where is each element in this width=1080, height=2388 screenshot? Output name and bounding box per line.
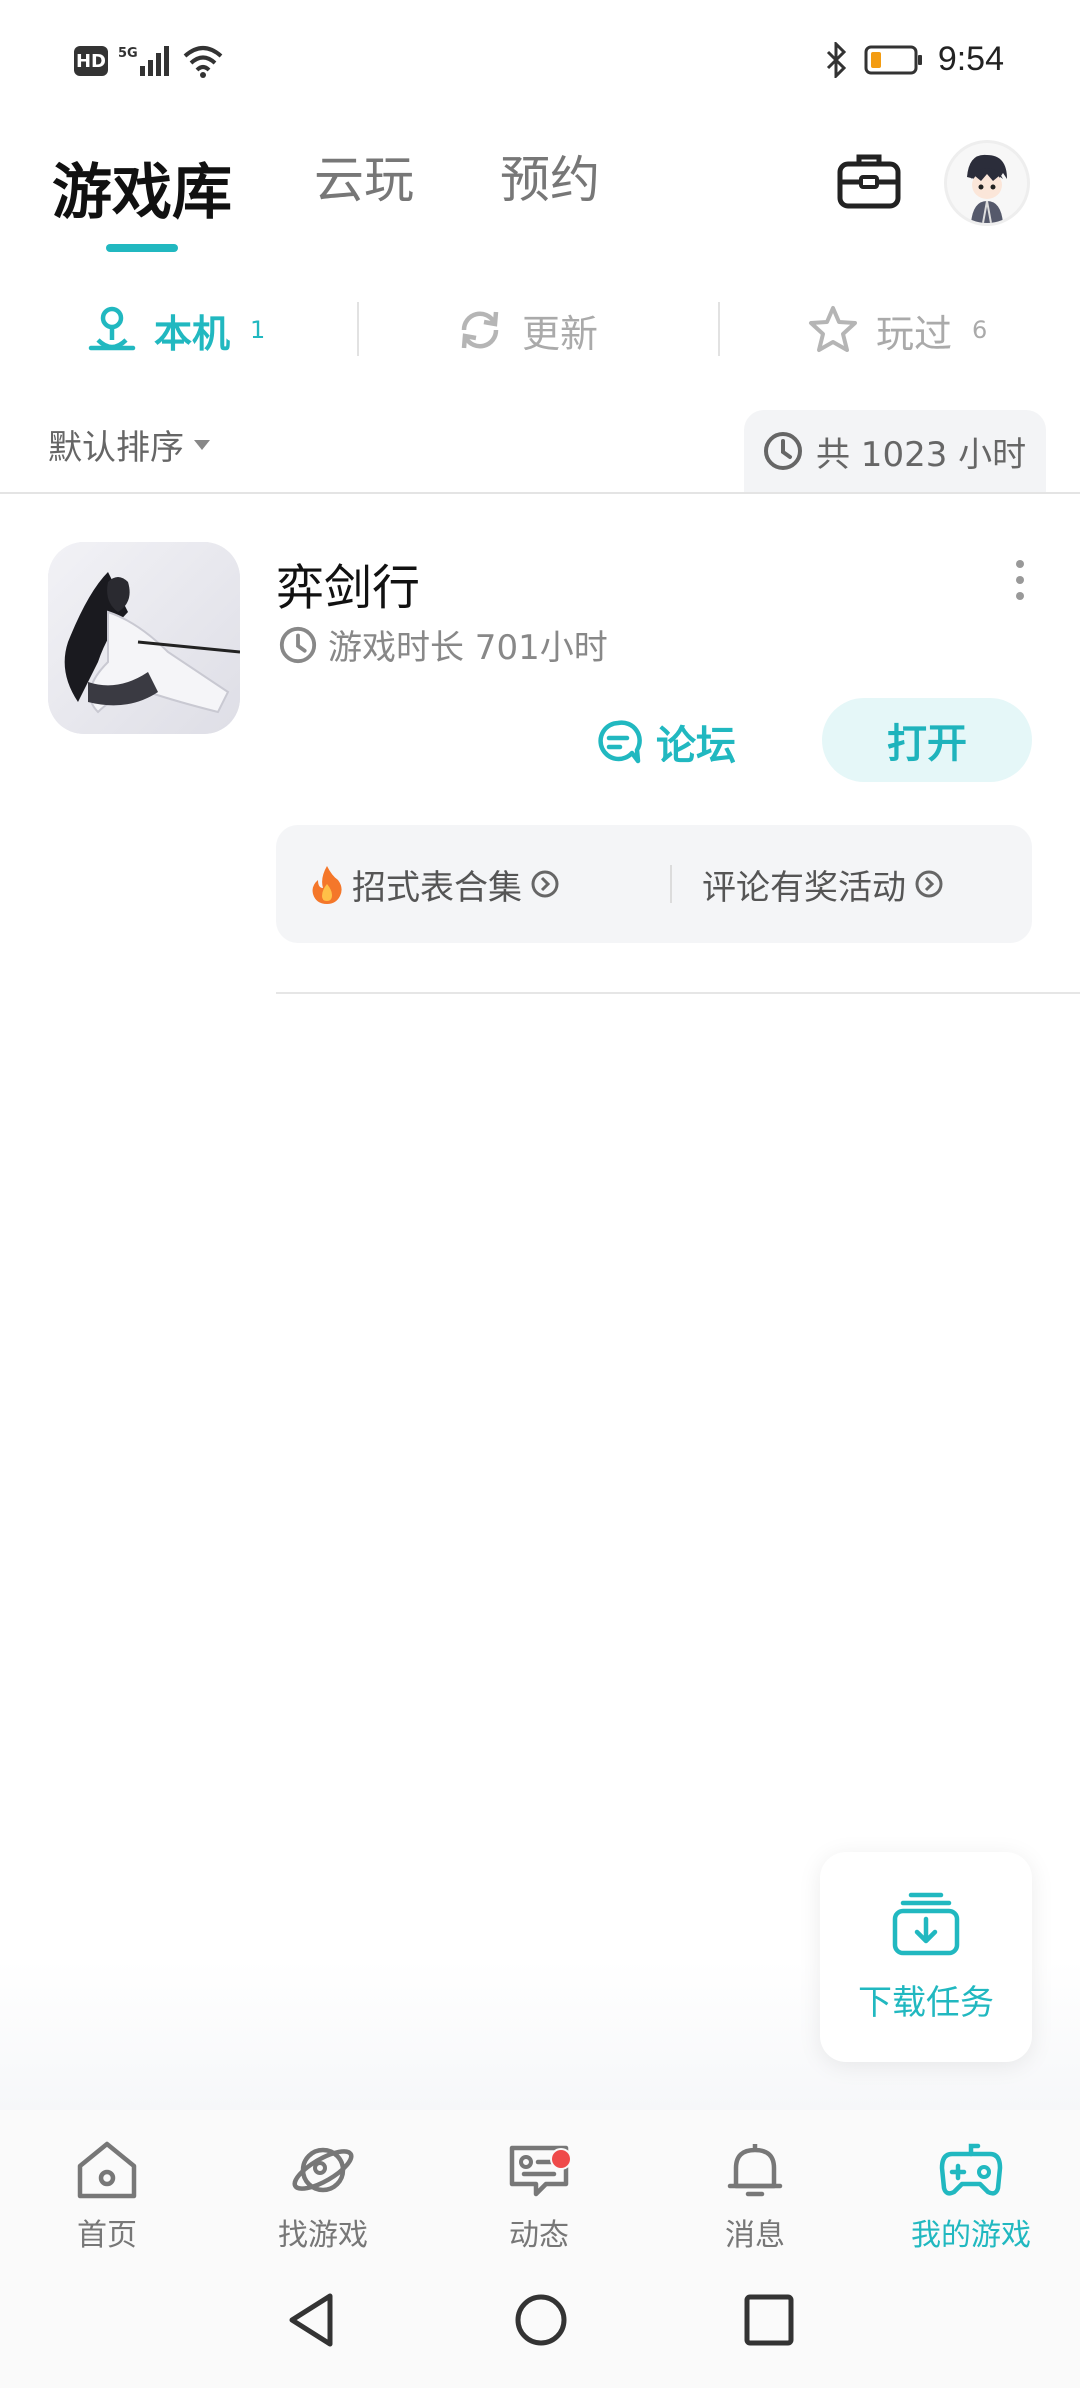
filter-divider — [718, 302, 720, 356]
filter-tabs: 本机 1 更新 玩过 6 — [0, 290, 1080, 370]
filter-count: 1 — [250, 316, 266, 344]
caret-down-icon — [194, 439, 210, 450]
nav-my-games[interactable]: 我的游戏 — [896, 2138, 1046, 2254]
avatar-illustration — [947, 143, 1027, 223]
sort-dropdown[interactable]: 默认排序 — [48, 420, 210, 469]
planet-icon — [292, 2147, 354, 2193]
game-icon[interactable] — [48, 542, 240, 734]
home-circle-icon[interactable] — [512, 2290, 570, 2350]
game-title[interactable]: 弈剑行 — [276, 548, 420, 618]
hd-badge: HD — [74, 46, 108, 76]
promo-bar: 招式表合集 评论有奖活动 — [276, 825, 1032, 943]
nav-label: 我的游戏 — [911, 2218, 1031, 2253]
download-tasks-button[interactable]: 下载任务 — [820, 1852, 1032, 2062]
filter-label: 本机 — [154, 311, 231, 356]
toolbox-icon[interactable] — [836, 150, 902, 210]
bottom-nav: 首页 找游戏 动态 消息 我的游戏 — [0, 2110, 1080, 2260]
nav-label: 消息 — [725, 2218, 785, 2253]
nav-label: 首页 — [77, 2218, 137, 2253]
total-playtime: 共 1023 小时 — [816, 434, 1027, 475]
total-playtime-chip: 共 1023 小时 — [744, 410, 1046, 492]
clock-icon — [279, 626, 317, 663]
game-playtime: 游戏时长 701小时 — [278, 620, 608, 669]
notification-badge — [550, 2148, 572, 2170]
svg-text:5G: 5G — [118, 46, 138, 61]
promo-review-event[interactable]: 评论有奖活动 — [702, 825, 944, 943]
battery-icon — [864, 45, 922, 74]
download-tray-icon — [892, 1892, 960, 1955]
nav-label: 动态 — [509, 2218, 569, 2253]
filter-label: 玩过 — [876, 311, 953, 356]
clock-icon — [764, 432, 802, 470]
filter-tab-update[interactable]: 更新 — [454, 290, 598, 370]
clock: 9:54 — [937, 40, 1004, 78]
system-nav-bar — [0, 2260, 1080, 2388]
avatar[interactable] — [944, 140, 1030, 226]
filter-label: 更新 — [522, 311, 599, 356]
nav-messages[interactable]: 消息 — [680, 2138, 830, 2254]
bell-icon — [727, 2144, 783, 2197]
chevron-right-circle-icon — [531, 870, 559, 898]
more-options-icon[interactable] — [1010, 560, 1030, 600]
forum-button[interactable]: 论坛 — [594, 700, 736, 784]
playtime-text: 游戏时长 701小时 — [328, 628, 608, 668]
active-tab-indicator — [106, 244, 178, 252]
chevron-right-circle-icon — [915, 870, 943, 898]
download-tasks-label: 下载任务 — [858, 1982, 994, 2023]
nav-home[interactable]: 首页 — [32, 2138, 182, 2254]
location-pin-icon — [88, 306, 136, 351]
open-game-button[interactable]: 打开 — [822, 698, 1032, 782]
filter-count: 6 — [972, 316, 988, 344]
promo-label: 招式表合集 — [352, 867, 522, 908]
status-left: HD 5G — [74, 44, 224, 78]
back-icon[interactable] — [284, 2290, 338, 2350]
nav-find-games[interactable]: 找游戏 — [248, 2138, 398, 2254]
status-right: 9:54 — [824, 40, 1004, 79]
star-icon — [809, 306, 857, 352]
fire-icon — [312, 866, 342, 904]
tab-reservation[interactable]: 预约 — [500, 140, 600, 212]
home-icon — [77, 2141, 137, 2199]
nav-label: 找游戏 — [278, 2218, 368, 2253]
refresh-icon — [461, 311, 499, 349]
recents-icon[interactable] — [742, 2290, 796, 2350]
promo-divider — [670, 865, 672, 903]
game-artwork — [48, 542, 240, 734]
promo-label: 评论有奖活动 — [702, 867, 906, 908]
nav-feed[interactable]: 动态 — [464, 2138, 614, 2254]
tab-cloud-play[interactable]: 云玩 — [314, 140, 414, 212]
wifi-icon — [183, 46, 223, 78]
filter-tab-local[interactable]: 本机 1 — [86, 290, 265, 370]
tab-game-library[interactable]: 游戏库 — [52, 144, 232, 231]
filter-tab-played[interactable]: 玩过 6 — [806, 290, 987, 370]
section-divider — [0, 492, 1080, 494]
status-bar: HD 5G 9:54 — [0, 0, 1080, 130]
sort-label: 默认排序 — [48, 428, 184, 468]
filter-divider — [357, 302, 359, 356]
card-divider — [276, 992, 1080, 994]
promo-move-list[interactable]: 招式表合集 — [310, 825, 560, 943]
forum-label: 论坛 — [656, 723, 736, 769]
signal-icon: 5G — [118, 46, 169, 76]
gamepad-icon — [939, 2143, 1003, 2196]
chat-bubble-icon — [598, 720, 642, 764]
bluetooth-icon — [826, 41, 846, 78]
